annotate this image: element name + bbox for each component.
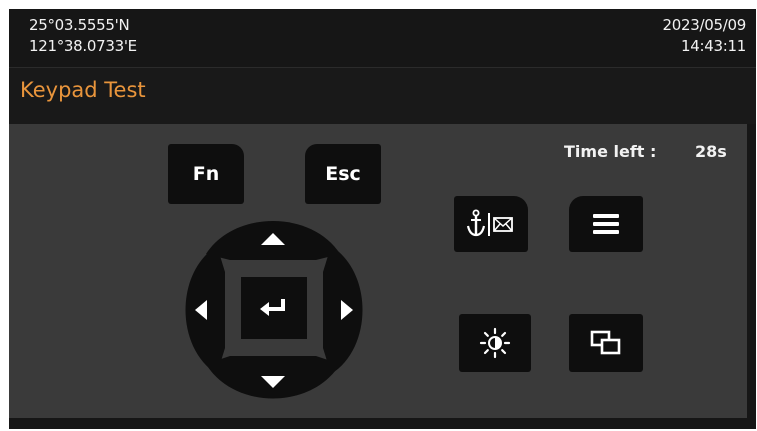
brightness-icon: [479, 327, 511, 359]
menu-icon: [593, 214, 619, 234]
enter-key[interactable]: [241, 277, 307, 339]
time-left-value: 28s: [695, 142, 727, 161]
anchor-mail-key[interactable]: [454, 196, 528, 252]
esc-key[interactable]: Esc: [305, 144, 381, 204]
brightness-key[interactable]: [459, 314, 531, 372]
enter-icon: [260, 299, 285, 316]
date: 2023/05/09: [662, 16, 747, 34]
windows-key[interactable]: [569, 314, 643, 372]
clock: 14:43:11: [681, 37, 746, 55]
latitude: 25°03.5555'N: [29, 16, 130, 34]
left-key[interactable]: [167, 244, 227, 376]
keypad-panel: Time left : 28s Fn Esc: [9, 124, 747, 418]
fn-key[interactable]: Fn: [168, 144, 244, 204]
title-bar: Keypad Test: [9, 68, 756, 124]
windows-icon: [590, 330, 621, 355]
longitude: 121°38.0733'E: [29, 37, 137, 55]
anchor-mail-icon: [466, 209, 513, 237]
device-screen: 25°03.5555'N 121°38.0733'E 2023/05/09 14…: [9, 9, 756, 429]
menu-key[interactable]: [569, 196, 643, 252]
time-left-label: Time left :: [564, 142, 657, 161]
right-key[interactable]: [321, 244, 381, 376]
page-title: Keypad Test: [20, 78, 146, 102]
status-bar: 25°03.5555'N 121°38.0733'E 2023/05/09 14…: [9, 9, 756, 67]
